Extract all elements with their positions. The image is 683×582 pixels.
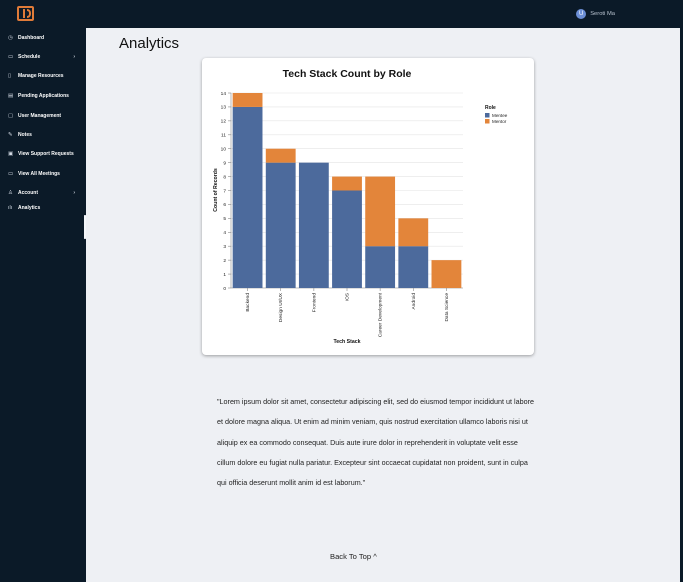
person-icon: ♙ bbox=[8, 190, 13, 196]
x-tick-label: Android bbox=[411, 293, 417, 310]
sidebar-item-label: Dashboard bbox=[18, 35, 45, 41]
bar-mentor-ios bbox=[332, 176, 362, 191]
lorem-paragraph: "Lorem ipsum dolor sit amet, consectetur… bbox=[217, 397, 534, 488]
sidebar-item-notes[interactable]: ✎ Notes bbox=[8, 129, 82, 141]
calendar-icon: ▭ bbox=[8, 54, 14, 60]
sidebar-item-label: View Support Requests bbox=[18, 151, 74, 157]
y-tick-label: 9 bbox=[223, 160, 226, 166]
y-tick-label: 6 bbox=[223, 202, 226, 208]
user-card-icon: ▢ bbox=[8, 113, 14, 119]
meetings-icon: ▭ bbox=[8, 171, 14, 177]
sidebar-item-pending-applications[interactable]: ▤ Pending Applications bbox=[8, 90, 82, 102]
y-tick-label: 14 bbox=[221, 91, 227, 97]
y-tick-label: 2 bbox=[223, 258, 226, 264]
sidebar-item-schedule[interactable]: ▭ Schedule › bbox=[8, 51, 82, 63]
legend-label-mentee: Mentee bbox=[492, 113, 508, 118]
x-axis-label: Tech Stack bbox=[333, 339, 360, 345]
y-tick-label: 0 bbox=[223, 286, 226, 292]
legend-swatch-mentee bbox=[485, 113, 490, 118]
sidebar-item-label: View All Meetings bbox=[18, 171, 60, 177]
sidebar-item-label: User Management bbox=[18, 113, 62, 119]
y-tick-label: 1 bbox=[223, 272, 226, 278]
sidebar-item-account[interactable]: ♙ Account › bbox=[8, 187, 82, 199]
user-menu[interactable]: U Seroti Ma bbox=[576, 9, 615, 19]
y-tick-label: 12 bbox=[221, 119, 227, 125]
chart: Tech Stack Count by Role0123456789101112… bbox=[213, 68, 508, 345]
y-axis-label: Count of Records bbox=[213, 168, 219, 212]
legend-title: Role bbox=[485, 105, 496, 111]
user-name: Seroti Ma bbox=[590, 11, 615, 17]
bar-mentee-career-development bbox=[365, 246, 396, 288]
y-tick-label: 7 bbox=[223, 188, 226, 194]
bar-mentor-backend bbox=[232, 93, 263, 107]
main-content: Analytics Tech Stack Count by Role 0 1 2 3 4 5… bbox=[86, 28, 680, 582]
document-icon: ▯ bbox=[8, 73, 12, 79]
bar-mentor-design-ui-ux bbox=[265, 148, 296, 163]
sidebar-item-dashboard[interactable]: ◷ Dashboard bbox=[8, 32, 82, 44]
y-tick-label: 11 bbox=[221, 133, 226, 139]
y-tick-label: 8 bbox=[223, 174, 226, 180]
sidebar-item-manage-resources[interactable]: ▯ Manage Resources bbox=[8, 70, 82, 82]
clock-icon: ◷ bbox=[8, 35, 13, 41]
bar-mentor-android bbox=[398, 218, 429, 247]
x-tick-label: Career Development bbox=[378, 292, 384, 337]
legend-swatch-mentor bbox=[485, 119, 490, 124]
sidebar-item-user-management[interactable]: ▢ User Management bbox=[8, 110, 82, 122]
sidebar-item-label: Notes bbox=[18, 132, 32, 138]
y-tick-label: 5 bbox=[223, 216, 226, 222]
bar-mentor-data-science bbox=[431, 260, 462, 288]
sidebar-item-view-support-requests[interactable]: ▣ View Support Requests bbox=[8, 148, 82, 160]
x-tick-label: Frontend bbox=[311, 293, 317, 313]
sidebar-item-label: Account bbox=[18, 190, 38, 196]
chart-card: Tech Stack Count by Role 0 1 2 3 4 5 6 7 8 9 10 11 12… bbox=[202, 58, 534, 355]
sidebar-item-view-all-meetings[interactable]: ▭ View All Meetings bbox=[8, 168, 82, 180]
sidebar-item-analytics[interactable]: ılı Analytics bbox=[8, 202, 82, 214]
sidebar-item-label: Analytics bbox=[18, 205, 41, 211]
page-title: Analytics bbox=[119, 35, 180, 52]
ud-logo-icon[interactable] bbox=[17, 6, 34, 21]
y-tick-label: 4 bbox=[223, 230, 226, 236]
bar-mentor-career-development bbox=[365, 176, 396, 247]
y-tick-label: 13 bbox=[221, 105, 227, 111]
sidebar-item-label: Manage Resources bbox=[18, 73, 64, 79]
bar-mentee-backend bbox=[232, 106, 263, 288]
x-tick-label: iOS bbox=[345, 293, 351, 301]
bar-chart-icon: ılı bbox=[8, 205, 13, 211]
sidebar: ◷ Dashboard ▭ Schedule › ▯ Manage Resources ▤ Pe… bbox=[0, 28, 86, 582]
notes-icon: ✎ bbox=[8, 132, 13, 138]
bar-mentee-ios bbox=[332, 190, 362, 288]
back-to-top-link[interactable]: Back To Top ^ bbox=[330, 552, 377, 561]
x-tick-label: Data Science bbox=[444, 293, 450, 322]
chevron-right-icon: › bbox=[73, 54, 75, 60]
list-icon: ▤ bbox=[8, 93, 14, 99]
y-tick-label: 3 bbox=[223, 244, 226, 250]
x-tick-label: Backend bbox=[245, 293, 251, 312]
legend-label-mentor: Mentor bbox=[492, 119, 507, 124]
chart-title: Tech Stack Count by Role bbox=[283, 68, 412, 80]
bar-mentee-design-ui-ux bbox=[265, 162, 296, 288]
chevron-right-icon: › bbox=[73, 190, 75, 196]
x-tick-label: Design UI/UX bbox=[278, 292, 284, 322]
top-bar: U Seroti Ma bbox=[0, 0, 683, 28]
avatar: U bbox=[576, 9, 587, 19]
sidebar-item-label: Schedule bbox=[18, 54, 41, 60]
support-icon: ▣ bbox=[8, 151, 14, 157]
sidebar-item-label: Pending Applications bbox=[18, 93, 69, 99]
y-tick-label: 10 bbox=[221, 147, 227, 153]
bar-mentee-android bbox=[398, 246, 429, 288]
bar-mentee-frontend bbox=[298, 162, 329, 288]
